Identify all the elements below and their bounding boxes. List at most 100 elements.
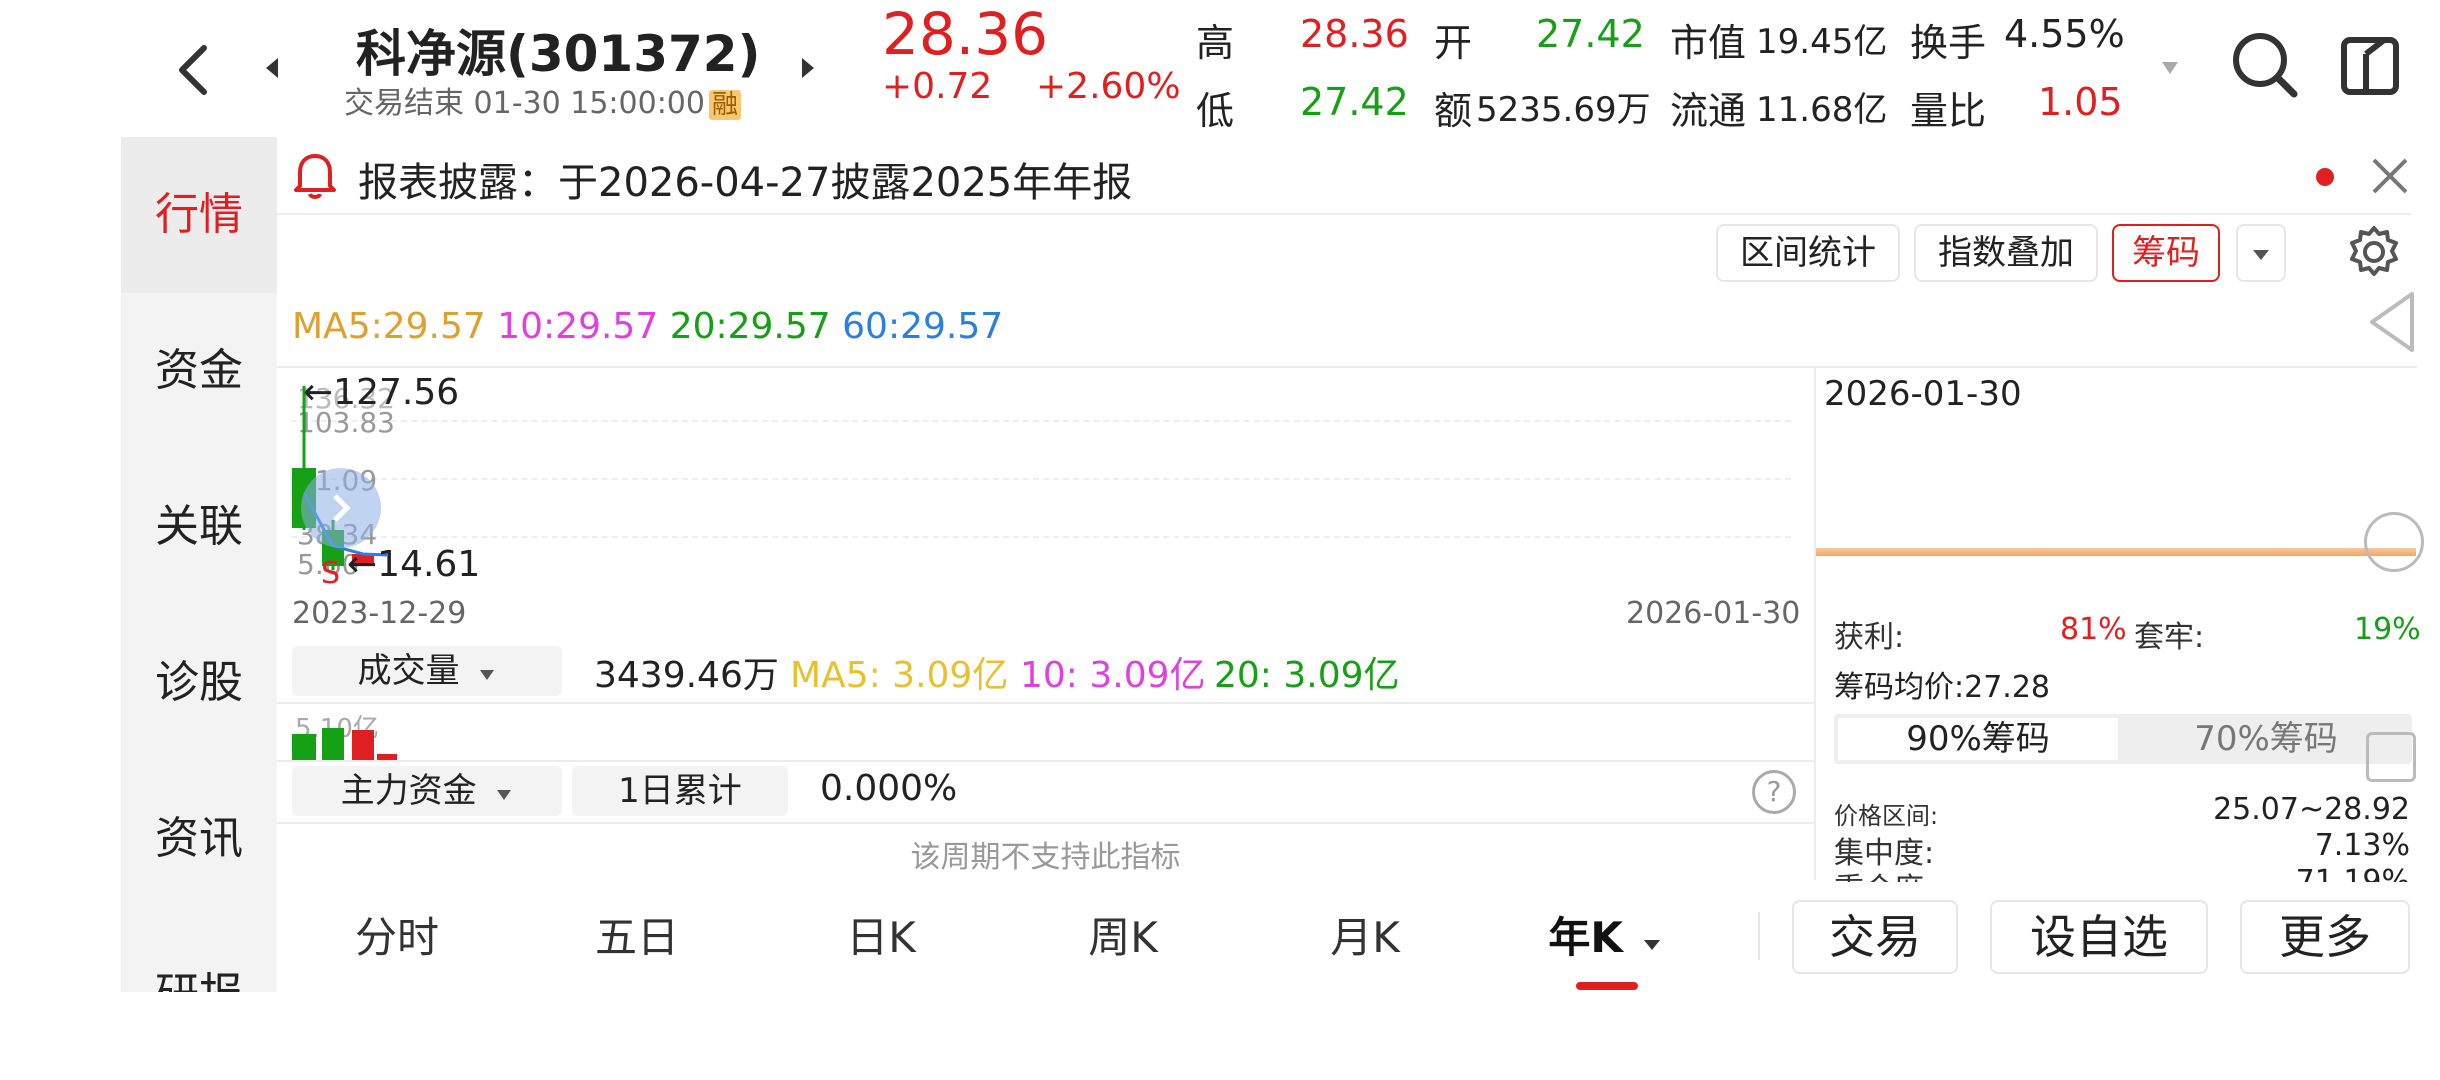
volume-bars: 5.10亿 [277, 704, 1814, 760]
close-icon[interactable] [2370, 156, 2410, 196]
high-price-marker: ←127.56 [303, 372, 460, 413]
chips-crosshair-icon[interactable] [2364, 512, 2424, 572]
profit-label: 获利: [1834, 620, 1905, 655]
report-notice-text[interactable]: 报表披露：于2026-04-27披露2025年年报 [358, 150, 1132, 208]
settings-gear-icon[interactable] [2346, 224, 2402, 280]
concentration-value: 7.13% [2314, 828, 2410, 863]
fund-period-button[interactable]: 1日累计 [572, 766, 788, 816]
price-change-pct: +2.60% [1036, 66, 1181, 107]
tabs-separator [1758, 912, 1760, 960]
amount-label: 额 [1434, 89, 1473, 133]
float-cap-label: 流通 [1670, 89, 1747, 133]
chips-button[interactable]: 筹码 [2112, 224, 2220, 282]
cursor-handle[interactable] [301, 468, 381, 548]
layout-switch-icon[interactable] [2340, 34, 2400, 98]
float-cap-value: 11.68亿 [1756, 90, 1888, 130]
search-icon[interactable] [2230, 30, 2300, 100]
volume-ma10: 10: 3.09亿 [1020, 655, 1206, 696]
kline-chart[interactable]: 136.32 103.83 71.09 38.34 5.60 ←127.56 ←… [277, 368, 1814, 592]
price-change: +0.72 [882, 66, 993, 107]
unsupported-divider [277, 822, 1814, 824]
sidebar-item-funds[interactable]: 资金 [121, 293, 277, 449]
interval-stats-button[interactable]: 区间统计 [1716, 224, 1900, 282]
left-sidebar: 行情 资金 关联 诊股 资讯 研报 [121, 137, 277, 992]
chevron-down-icon [480, 670, 495, 680]
main-fund-selector[interactable]: 主力资金 [292, 766, 562, 816]
volume-bar [352, 730, 374, 760]
chevron-down-icon [2253, 249, 2269, 260]
chart-end-date: 2026-01-30 [1626, 596, 1801, 631]
volume-bar [322, 728, 344, 760]
chips-tab-90[interactable]: 90%筹码 [1838, 718, 2118, 760]
tab-yearly-k[interactable]: 年K [1520, 904, 1690, 965]
next-stock-icon[interactable] [798, 56, 818, 80]
chevron-down-icon [1643, 940, 1660, 950]
ma-legend: MA5:29.57 10:29.57 20:29.57 60:29.57 [292, 306, 1003, 347]
chart-divider-vertical [1814, 368, 1816, 880]
active-tab-indicator [1576, 982, 1638, 990]
status-time-text: 交易结束 01-30 15:00:00 [344, 86, 705, 121]
chips-checkbox[interactable] [2366, 732, 2416, 782]
unsupported-indicator-text: 该周期不支持此指标 [910, 840, 1181, 875]
current-price: 28.36 [882, 0, 1049, 68]
turnover-value: 4.55% [2004, 12, 2125, 56]
sidebar-item-news[interactable]: 资讯 [121, 761, 277, 917]
tab-daily-k[interactable]: 日K [796, 904, 966, 965]
volume-ma20: 20: 3.09亿 [1214, 655, 1400, 696]
chevron-down-icon [497, 790, 512, 800]
grid-line [291, 478, 1791, 480]
help-icon[interactable]: ? [1752, 770, 1796, 814]
volume-ratio-value: 1.05 [2038, 80, 2123, 124]
volume-value: 3439.46万 [594, 655, 779, 696]
turnover-label: 换手 [1910, 21, 1987, 65]
more-button[interactable]: 更多 [2240, 900, 2410, 974]
low-value: 27.42 [1300, 80, 1409, 124]
ma20-value: 20:29.57 [669, 306, 831, 347]
fund-value: 0.000% [820, 768, 958, 809]
prev-stock-icon[interactable] [262, 56, 282, 80]
main-fund-selector-label: 主力资金 [340, 771, 477, 811]
tab-monthly-k[interactable]: 月K [1280, 904, 1450, 965]
volume-ratio-label: 量比 [1910, 89, 1987, 133]
sidebar-item-diagnosis[interactable]: 诊股 [121, 605, 277, 761]
header-expand-icon[interactable] [2160, 60, 2180, 76]
tab-yearly-k-label: 年K [1548, 913, 1623, 962]
open-label: 开 [1434, 21, 1473, 65]
ma5-value: MA5:29.57 [292, 306, 486, 347]
chips-date: 2026-01-30 [1824, 374, 2022, 414]
chips-stats: 价格区间: 25.07~28.92 集中度: 7.13% 重合度: 71.19% [1834, 792, 2410, 882]
chips-tab-group: 90%筹码 70%筹码 [1834, 714, 2412, 764]
low-price-marker: ←14.61 [347, 544, 481, 585]
tab-five-day[interactable]: 五日 [552, 904, 722, 965]
trapped-label: 套牢: [2134, 620, 2205, 655]
trade-status-time: 交易结束 01-30 15:00:00 融 [344, 78, 741, 122]
market-cap-value: 19.45亿 [1756, 22, 1888, 62]
tab-weekly-k[interactable]: 周K [1038, 904, 1208, 965]
index-overlay-button[interactable]: 指数叠加 [1914, 224, 2098, 282]
chips-dropdown-button[interactable] [2236, 224, 2286, 282]
chips-distribution [1816, 548, 2416, 556]
volume-selector[interactable]: 成交量 [292, 646, 562, 696]
add-watchlist-button[interactable]: 设自选 [1990, 900, 2208, 974]
chart-start-date: 2023-12-29 [292, 596, 467, 631]
trade-button[interactable]: 交易 [1792, 900, 1958, 974]
sidebar-item-related[interactable]: 关联 [121, 449, 277, 605]
back-icon[interactable] [168, 40, 218, 100]
tab-intraday[interactable]: 分时 [312, 904, 482, 965]
grid-line [291, 536, 1791, 538]
ma60-value: 60:29.57 [842, 306, 1004, 347]
price-range-value: 25.07~28.92 [2213, 792, 2410, 827]
volume-ma5: MA5: 3.09亿 [790, 655, 1009, 696]
bell-icon [292, 150, 338, 200]
amount-value: 5235.69万 [1476, 90, 1651, 130]
high-value: 28.36 [1300, 12, 1409, 56]
ma10-value: 10:29.57 [497, 306, 659, 347]
open-value: 27.42 [1536, 12, 1645, 56]
sidebar-item-reports[interactable]: 研报 [121, 917, 277, 992]
price-range-label: 价格区间: [1834, 802, 1939, 830]
notice-divider [277, 213, 2411, 215]
overlap-value: 71.19% [2295, 864, 2410, 882]
sidebar-item-quotes[interactable]: 行情 [121, 137, 277, 293]
collapse-panel-icon[interactable] [2364, 290, 2420, 354]
high-label: 高 [1196, 21, 1235, 65]
